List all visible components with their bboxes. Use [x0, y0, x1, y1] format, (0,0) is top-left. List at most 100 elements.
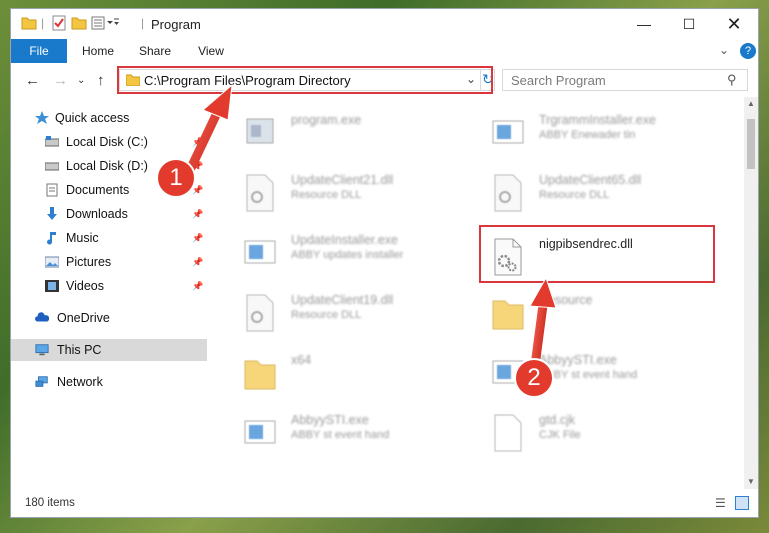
sidebar-item-this-pc[interactable]: This PC	[11, 339, 207, 361]
navigation-pane: Quick access Local Disk (C:) 📌 Local Dis…	[11, 97, 207, 489]
file-description: ABBY st event hand	[291, 429, 390, 441]
sidebar-item-videos[interactable]: Videos 📌	[11, 275, 207, 297]
sidebar-item-pictures[interactable]: Pictures 📌	[11, 251, 207, 273]
file-name: AbbyySTI.exe	[539, 353, 617, 367]
pictures-icon	[45, 256, 59, 268]
network-icon	[35, 376, 48, 387]
file-highlight	[479, 225, 715, 283]
pin-icon[interactable]: 📌	[192, 203, 203, 225]
file-description: Resource DLL	[291, 309, 362, 321]
tab-share[interactable]: Share	[129, 39, 181, 63]
recent-locations-icon[interactable]: ⌄	[77, 75, 85, 86]
sidebar-item-label: OneDrive	[57, 311, 110, 325]
documents-icon	[46, 183, 58, 197]
drive-icon	[45, 162, 59, 171]
sidebar-item-onedrive[interactable]: OneDrive	[11, 307, 207, 329]
status-bar: 180 items ☰	[11, 489, 758, 517]
list-item[interactable]: UpdateClient65.dll Resource DLL	[491, 169, 731, 219]
file-name: TrgrammInstaller.exe	[539, 113, 656, 127]
sidebar-item-network[interactable]: Network	[11, 371, 207, 393]
sidebar-item-label: Local Disk (C:)	[66, 135, 148, 149]
list-item[interactable]: program.exe	[243, 109, 483, 159]
videos-icon	[45, 280, 59, 292]
tab-view[interactable]: View	[187, 39, 235, 63]
sidebar-item-label: Quick access	[55, 111, 130, 125]
window-title: Program	[151, 17, 201, 32]
new-folder-icon[interactable]	[71, 15, 87, 31]
forward-arrow-icon[interactable]: →	[53, 72, 68, 89]
sidebar-item-downloads[interactable]: Downloads 📌	[11, 203, 207, 225]
sidebar-item-label: Documents	[66, 183, 130, 197]
search-box[interactable]: Search Program ⚲	[502, 69, 748, 91]
sidebar-item-label: Videos	[66, 279, 104, 293]
close-button[interactable]: ✕	[711, 9, 757, 39]
list-item[interactable]: UpdateClient19.dll Resource DLL	[243, 289, 483, 339]
file-description: Resource DLL	[291, 189, 362, 201]
scrollbar-thumb[interactable]	[747, 119, 755, 169]
sidebar-item-quick-access[interactable]: Quick access	[11, 107, 207, 129]
sidebar-item-music[interactable]: Music 📌	[11, 227, 207, 249]
search-icon[interactable]: ⚲	[727, 72, 737, 88]
download-icon	[47, 207, 57, 220]
step-badge-2: 2	[514, 358, 554, 398]
pin-icon[interactable]: 📌	[192, 275, 203, 297]
help-icon[interactable]: ?	[740, 43, 756, 59]
file-description: Resource DLL	[539, 189, 610, 201]
installer-icon	[244, 240, 276, 264]
list-item[interactable]: x64	[243, 349, 483, 399]
pin-icon[interactable]: 📌	[192, 227, 203, 249]
sidebar-item-local-disk-c[interactable]: Local Disk (C:) 📌	[11, 131, 207, 153]
up-arrow-icon[interactable]: ↑	[97, 72, 105, 89]
file-name: gtd.cjk	[539, 413, 576, 427]
customize-toolbar-icon[interactable]	[91, 15, 119, 31]
file-name: Resource	[539, 293, 593, 307]
star-icon	[35, 111, 49, 124]
scroll-up-icon[interactable]: ▲	[747, 99, 755, 108]
scroll-down-icon[interactable]: ▼	[747, 477, 755, 486]
tab-file[interactable]: File	[11, 39, 67, 63]
file-name: UpdateClient21.dll	[291, 173, 394, 187]
back-arrow-icon[interactable]: ←	[25, 72, 40, 89]
list-item[interactable]: AbbyySTI.exe ABBY st event hand	[243, 409, 483, 459]
pin-icon[interactable]: 📌	[192, 131, 203, 153]
sidebar-item-label: Downloads	[66, 207, 128, 221]
minimize-button[interactable]: —	[621, 9, 667, 39]
file-name: UpdateClient65.dll	[539, 173, 642, 187]
sidebar-item-label: This PC	[57, 343, 102, 357]
list-item[interactable]: TrgrammInstaller.exe ABBY Enewader tin	[491, 109, 731, 159]
maximize-button[interactable]: ☐	[666, 9, 712, 39]
item-count: 180 items	[25, 497, 75, 509]
pin-icon[interactable]: 📌	[192, 251, 203, 273]
file-name: program.exe	[291, 113, 362, 127]
computer-icon	[35, 344, 49, 356]
expand-ribbon-icon[interactable]: ⌄	[719, 43, 729, 57]
address-bar-highlight	[117, 66, 493, 94]
music-icon	[47, 232, 56, 245]
properties-icon[interactable]	[51, 15, 67, 31]
sidebar-item-label: Local Disk (D:)	[66, 159, 148, 173]
step-badge-1: 1	[156, 158, 196, 198]
folder-icon	[492, 300, 524, 330]
file-name: UpdateClient19.dll	[291, 293, 394, 307]
search-input[interactable]: Search Program	[511, 73, 606, 88]
list-item[interactable]: UpdateClient21.dll Resource DLL	[243, 169, 483, 219]
large-icons-view-icon[interactable]	[735, 496, 749, 510]
separator: |	[141, 16, 145, 30]
list-item[interactable]: Resource	[491, 289, 731, 339]
list-item[interactable]: UpdateInstaller.exe ABBY updates install…	[243, 229, 483, 279]
file-name: UpdateInstaller.exe	[291, 233, 399, 247]
dll-icon	[494, 174, 522, 212]
sidebar-item-label: Pictures	[66, 255, 112, 269]
details-view-icon[interactable]: ☰	[715, 496, 726, 510]
installer-icon	[244, 420, 276, 444]
list-item[interactable]: gtd.cjk CJK File	[491, 409, 731, 459]
dll-icon	[246, 174, 274, 212]
file-name: AbbyySTI.exe	[291, 413, 369, 427]
installer-icon	[492, 120, 524, 144]
vertical-scrollbar[interactable]: ▲ ▼	[744, 97, 758, 489]
folder-icon	[244, 360, 276, 390]
dll-icon	[246, 294, 274, 332]
file-icon	[494, 414, 522, 452]
tab-home[interactable]: Home	[73, 39, 123, 63]
file-description: ABBY Enewader tin	[539, 129, 636, 141]
